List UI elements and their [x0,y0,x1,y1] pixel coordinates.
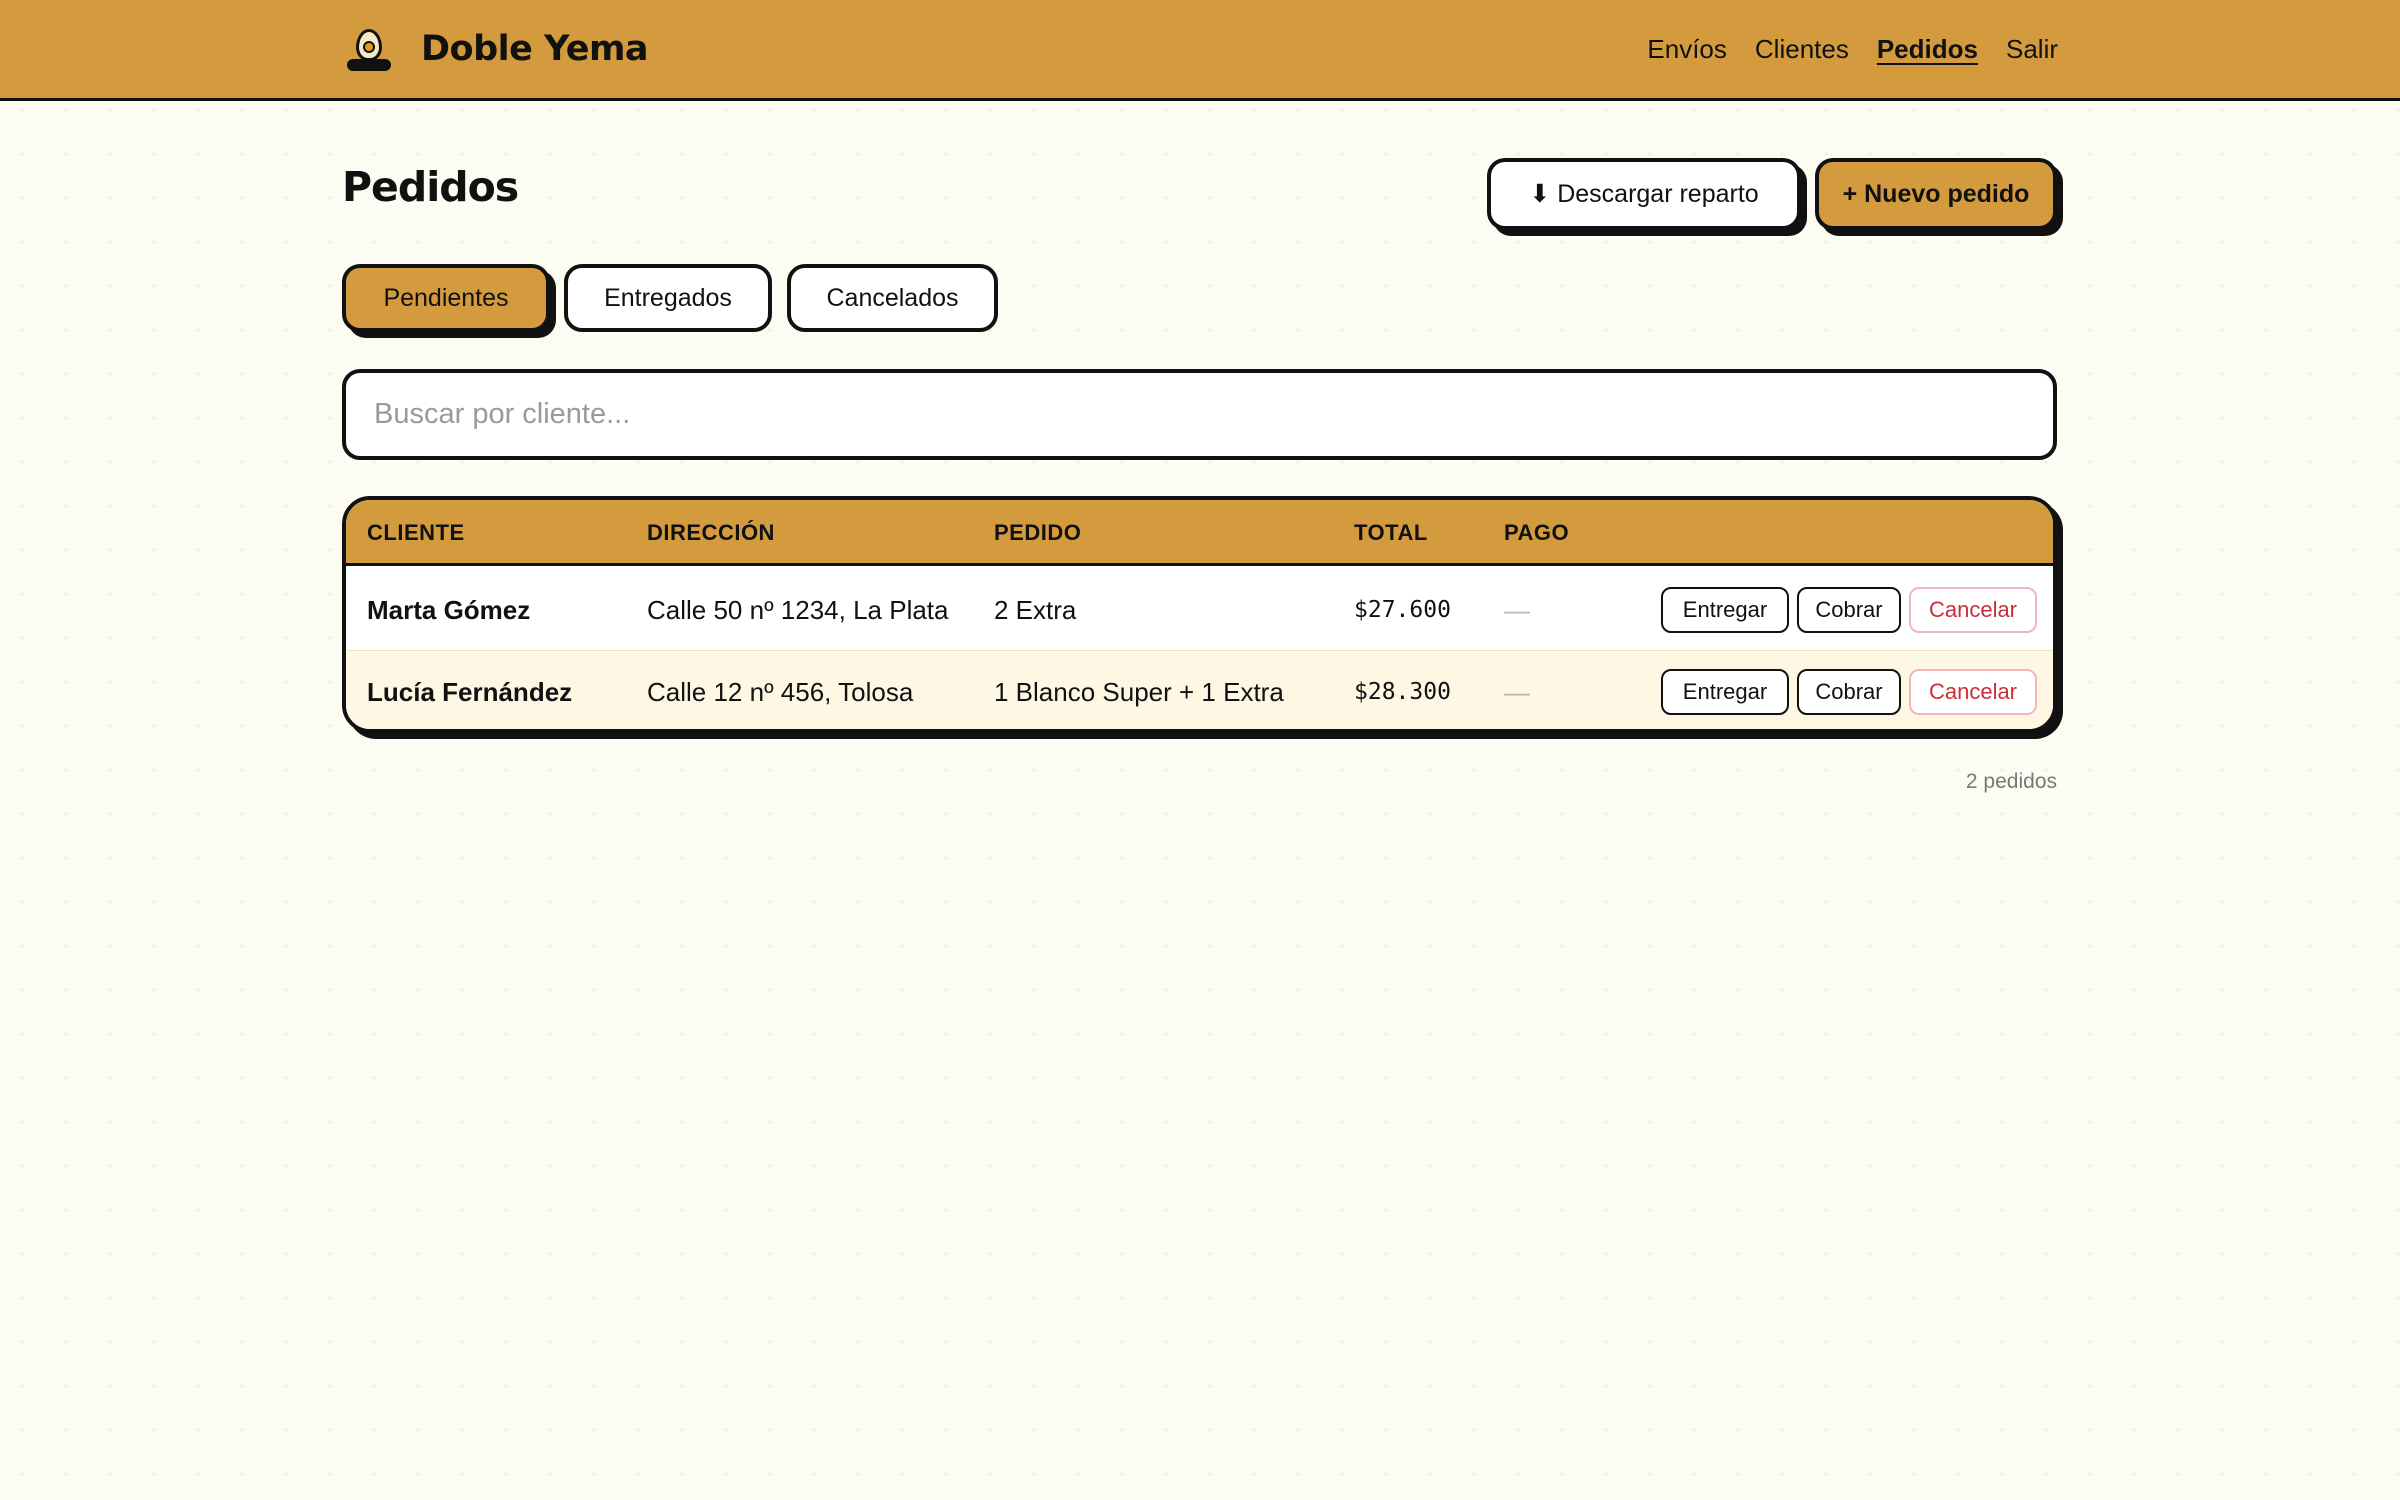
charge-button[interactable]: Cobrar [1797,669,1901,715]
cell-pago: — [1504,595,1530,625]
cell-direccion: Calle 12 nº 456, Tolosa [647,677,914,707]
nav-salir[interactable]: Salir [2006,34,2058,65]
top-navbar: Doble Yema Envíos Clientes Pedidos Salir [0,0,2400,101]
main-nav: Envíos Clientes Pedidos Salir [1647,0,2058,98]
deliver-button[interactable]: Entregar [1661,587,1789,633]
brand[interactable]: Doble Yema [343,0,649,98]
table-row: Marta Gómez Calle 50 nº 1234, La Plata 2… [346,569,2053,651]
cell-cliente: Marta Gómez [367,595,531,625]
cell-direccion: Calle 50 nº 1234, La Plata [647,595,949,625]
download-route-button[interactable]: ⬇ Descargar reparto [1487,158,1801,230]
tab-entregados[interactable]: Entregados [564,264,772,332]
cell-pedido: 1 Blanco Super + 1 Extra [994,677,1284,707]
tab-pendientes[interactable]: Pendientes [342,264,550,332]
nav-pedidos[interactable]: Pedidos [1877,34,1978,65]
header-cliente: CLIENTE [367,520,465,545]
cell-cliente: Lucía Fernández [367,677,573,707]
header-pedido: PEDIDO [994,520,1082,545]
new-order-button[interactable]: + Nuevo pedido [1815,158,2057,230]
cancel-button[interactable]: Cancelar [1909,587,2037,633]
nav-envios[interactable]: Envíos [1647,34,1727,65]
charge-button[interactable]: Cobrar [1797,587,1901,633]
cell-pago: — [1504,677,1530,707]
orders-count: 2 pedidos [1965,770,2057,793]
header-total: TOTAL [1354,520,1428,545]
nav-clientes[interactable]: Clientes [1755,34,1849,65]
page-title: Pedidos [342,163,519,211]
brand-name: Doble Yema [421,29,649,69]
cell-pedido: 2 Extra [994,595,1077,625]
table-row: Lucía Fernández Calle 12 nº 456, Tolosa … [346,651,2053,729]
egg-logo-icon [343,23,395,75]
deliver-button[interactable]: Entregar [1661,669,1789,715]
cell-total: $28.300 [1354,679,1451,705]
table-header: CLIENTE DIRECCIÓN PEDIDO TOTAL PAGO [346,500,2053,566]
header-pago: PAGO [1504,520,1570,545]
tab-cancelados[interactable]: Cancelados [787,264,998,332]
orders-table: CLIENTE DIRECCIÓN PEDIDO TOTAL PAGO Mart… [342,496,2057,733]
cell-total: $27.600 [1354,597,1451,623]
search-input[interactable] [342,369,2057,460]
header-direccion: DIRECCIÓN [647,520,775,545]
cancel-button[interactable]: Cancelar [1909,669,2037,715]
